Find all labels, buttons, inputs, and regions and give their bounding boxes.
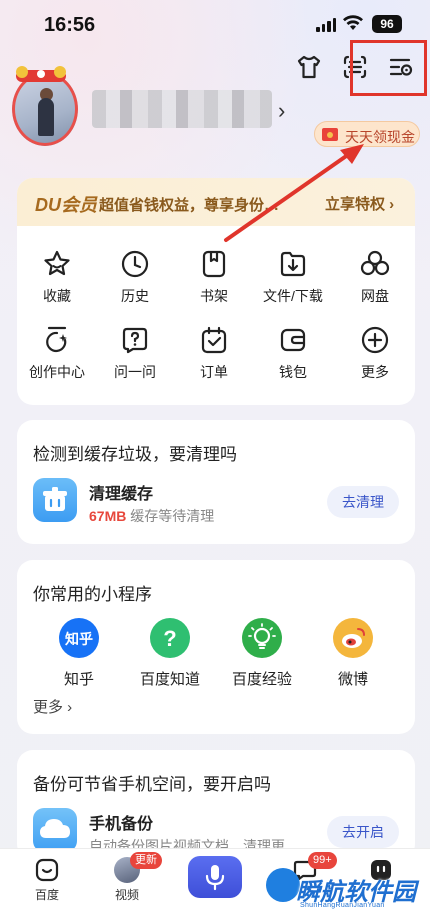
cache-sub-text: 缓存等待清理 — [126, 508, 215, 524]
phone-backup-card: 备份可节省手机空间，要开启吗 手机备份 自动备份图片视频文档、清理更… 去开启 — [17, 750, 415, 860]
signal-icon — [316, 18, 336, 32]
annotation-highlight-box — [350, 40, 427, 96]
bookshelf-icon — [202, 250, 226, 278]
shortcut-orders[interactable]: 订单 — [174, 324, 254, 386]
mini-program-label: 百度知道 — [139, 671, 200, 688]
shortcut-label: 书架 — [200, 288, 228, 304]
shortcut-creator-center[interactable]: 创作中心 — [17, 324, 97, 386]
nav-home-label: 百度 — [34, 888, 59, 902]
creator-icon — [46, 326, 67, 353]
shortcut-wallet[interactable]: 钱包 — [253, 324, 333, 386]
nav-home[interactable]: 百度 — [12, 857, 82, 903]
cache-size: 67MB — [89, 508, 127, 524]
tshirt-icon[interactable] — [296, 54, 322, 80]
watermark-logo-icon — [266, 868, 300, 902]
order-icon — [201, 326, 227, 354]
shortcut-label: 历史 — [121, 288, 149, 304]
shortcut-files-download[interactable]: 文件/下载 — [253, 248, 333, 310]
backup-item-title: 手机备份 — [89, 816, 154, 833]
du-member-bar[interactable]: DU会员 超值省钱权益，尊享身份… 立享特权 › — [17, 178, 415, 226]
lion-decoration-icon — [16, 66, 66, 82]
cache-item-sub: 67MB 缓存等待清理 — [89, 506, 214, 526]
question-mark-icon: ? — [150, 618, 190, 658]
username-blurred[interactable] — [92, 90, 272, 128]
du-member-cta[interactable]: 立享特权 › — [325, 193, 394, 214]
cache-item-title: 清理缓存 — [89, 486, 154, 503]
home-smile-icon — [35, 858, 59, 882]
ask-icon — [122, 327, 148, 354]
video-update-badge: 更新 — [130, 852, 162, 869]
shortcut-label: 创作中心 — [29, 364, 85, 380]
backup-card-title: 备份可节省手机空间，要开启吗 — [33, 775, 271, 794]
shortcut-bookshelf[interactable]: 书架 — [174, 248, 254, 310]
mini-program-weibo[interactable]: 微博 — [308, 618, 398, 689]
mini-program-baidu-jingyan[interactable]: 百度经验 — [217, 618, 307, 689]
mini-program-label: 百度经验 — [231, 671, 292, 688]
shortcut-favorites[interactable]: 收藏 — [17, 248, 97, 310]
watermark-subtext: ShunHangRuanJianYuan — [300, 902, 385, 909]
du-member-brand: DU会员 — [35, 195, 97, 215]
enable-backup-button[interactable]: 去开启 — [327, 816, 399, 848]
main-card: DU会员 超值省钱权益，尊享身份… 立享特权 › 收藏 历史 书架 文件/下载 … — [17, 178, 415, 405]
cache-card-title: 检测到缓存垃圾，要清理吗 — [33, 445, 237, 464]
mini-program-baidu-zhidao[interactable]: ? 百度知道 — [125, 618, 215, 689]
download-folder-icon — [280, 251, 306, 277]
zhidao-icon-text: ? — [163, 626, 177, 651]
star-icon — [44, 250, 70, 276]
shortcut-label: 订单 — [200, 364, 228, 380]
chevron-right-icon[interactable]: › — [278, 98, 285, 124]
mini-program-zhihu[interactable]: 知乎 知乎 — [34, 618, 124, 689]
cache-clean-card: 检测到缓存垃圾，要清理吗 清理缓存 67MB 缓存等待清理 去清理 — [17, 420, 415, 544]
plus-circle-icon — [361, 326, 389, 354]
du-member-desc: 超值省钱权益，尊享身份… — [99, 197, 280, 214]
wallet-icon — [280, 328, 306, 352]
mini-programs-card: 你常用的小程序 知乎 知乎 ? 百度知道 百度经验 微博 更多 › — [17, 560, 415, 734]
mini-program-label: 知乎 — [63, 671, 94, 688]
cloud-backup-icon — [33, 808, 77, 852]
shortcut-label: 更多 — [361, 364, 389, 380]
zhihu-icon: 知乎 — [59, 618, 99, 658]
shortcut-label: 网盘 — [361, 288, 389, 304]
site-watermark: 瞬航软件园 ShunHangRuanJianYuan — [266, 866, 426, 916]
shortcut-cloud-drive[interactable]: 网盘 — [335, 248, 415, 310]
daily-cash-label: 天天领现金 — [345, 129, 415, 145]
microphone-icon — [205, 865, 225, 891]
shortcut-label: 文件/下载 — [263, 288, 323, 304]
red-envelope-icon — [322, 128, 338, 141]
shortcut-more[interactable]: 更多 — [335, 324, 415, 386]
shortcut-ask[interactable]: 问一问 — [95, 324, 175, 386]
shortcut-history[interactable]: 历史 — [95, 248, 175, 310]
mini-program-label: 微博 — [337, 671, 368, 688]
zhihu-icon-text: 知乎 — [65, 631, 93, 647]
clean-cache-button[interactable]: 去清理 — [327, 486, 399, 518]
shortcut-label: 收藏 — [43, 288, 71, 304]
shortcut-label: 问一问 — [114, 364, 156, 380]
clock-icon — [121, 250, 149, 278]
mini-programs-more-link[interactable]: 更多 › — [33, 696, 72, 717]
lightbulb-icon — [242, 618, 282, 658]
daily-cash-button[interactable]: 天天领现金 — [314, 121, 420, 147]
voice-search-button[interactable] — [188, 856, 242, 898]
cloud-drive-icon — [360, 250, 390, 276]
battery-indicator: 96 — [372, 15, 402, 33]
mini-programs-title: 你常用的小程序 — [33, 585, 152, 604]
status-time: 16:56 — [44, 14, 96, 36]
nav-video-label: 视频 — [114, 888, 139, 902]
wifi-icon — [343, 15, 363, 30]
cache-clean-icon — [33, 478, 77, 522]
weibo-icon — [333, 618, 373, 658]
shortcut-label: 钱包 — [279, 364, 307, 380]
